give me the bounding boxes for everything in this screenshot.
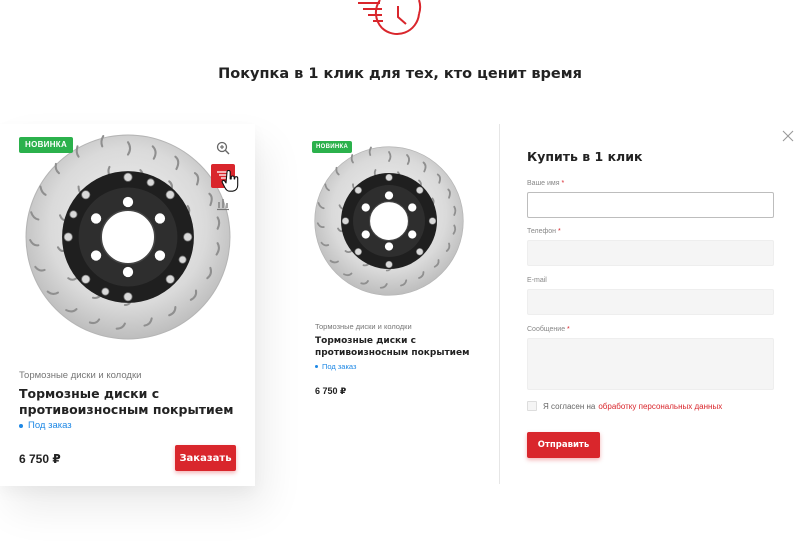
close-icon[interactable] <box>782 130 794 142</box>
preview-price: 6 750 ₽ <box>315 386 347 396</box>
product-category[interactable]: Тормозные диски и колодки <box>19 370 141 381</box>
consent-row: Я согласен на обработку персональных дан… <box>527 401 722 411</box>
product-card: НОВИНКА Тормозные диски и колодки Тормоз… <box>0 124 255 486</box>
new-badge: НОВИНКА <box>19 137 74 153</box>
phone-field[interactable] <box>527 240 774 266</box>
preview-title: Тормозные диски с противоизносным покрыт… <box>315 336 470 358</box>
privacy-policy-link[interactable]: обработку персональных данных <box>598 402 722 411</box>
availability-label: Под заказ <box>28 420 72 431</box>
product-title[interactable]: Тормозные диски с противоизносным покрыт… <box>19 386 244 418</box>
preview-category: Тормозные диски и колодки <box>315 322 412 331</box>
panel-divider <box>499 124 500 484</box>
hand-cursor-icon <box>221 170 239 192</box>
name-field[interactable] <box>527 192 774 218</box>
consent-text: Я согласен на <box>543 401 596 411</box>
phone-label: Телефон * <box>527 228 561 235</box>
fast-order-clock-icon <box>358 0 422 35</box>
preview-availability: Под заказ <box>315 362 356 371</box>
email-label: E-mail <box>527 277 547 284</box>
consent-checkbox[interactable] <box>527 401 537 411</box>
availability-status: Под заказ <box>19 420 72 431</box>
message-label: Сообщение * <box>527 326 570 333</box>
message-field[interactable] <box>527 338 774 390</box>
email-field[interactable] <box>527 289 774 315</box>
zoom-icon[interactable] <box>211 136 235 160</box>
order-button[interactable]: Заказать <box>175 445 236 471</box>
availability-dot-icon <box>19 423 23 428</box>
preview-availability-dot-icon <box>315 365 318 368</box>
preview-new-badge: НОВИНКА <box>312 141 353 153</box>
brake-disc-preview-image <box>314 146 464 296</box>
compare-icon[interactable] <box>211 192 235 216</box>
page-headline: Покупка в 1 клик для тех, кто ценит врем… <box>218 66 582 82</box>
form-title: Купить в 1 клик <box>527 149 643 164</box>
brake-disc-image[interactable] <box>25 134 231 340</box>
preview-availability-label: Под заказ <box>322 362 357 371</box>
submit-button[interactable]: Отправить <box>527 432 600 458</box>
name-label: Ваше имя * <box>527 180 565 187</box>
product-price: 6 750 ₽ <box>19 452 61 466</box>
